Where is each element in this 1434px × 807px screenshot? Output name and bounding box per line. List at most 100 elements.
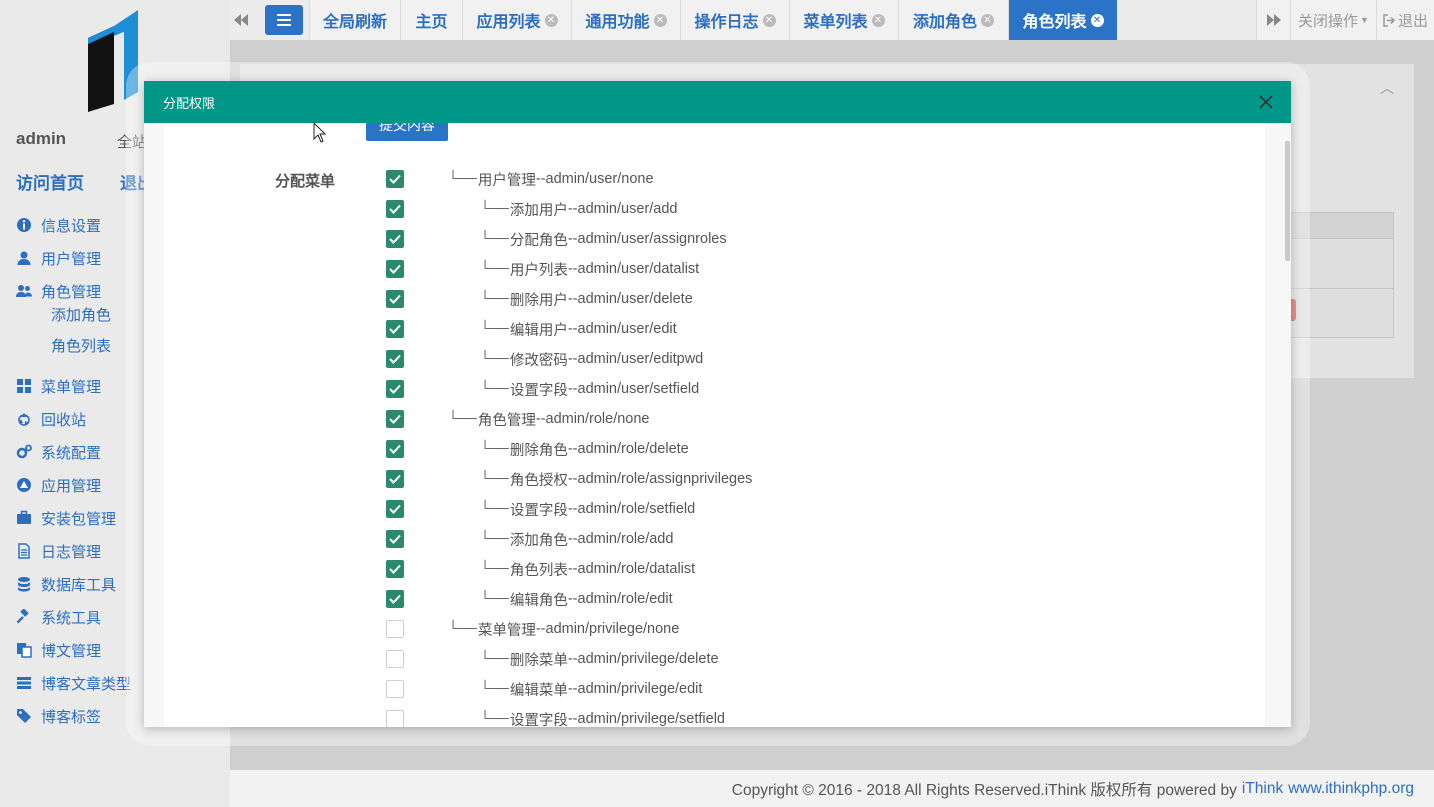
submit-button[interactable]: 提交内容 bbox=[366, 123, 448, 141]
tab-3[interactable]: 应用列表 ✕ bbox=[462, 0, 571, 40]
tab-label: 添加角色 bbox=[912, 14, 977, 31]
privilege-checkbox[interactable] bbox=[386, 260, 404, 278]
sidebar-item-10[interactable]: 数据库工具 bbox=[16, 573, 116, 595]
privilege-checkbox[interactable] bbox=[386, 650, 404, 668]
tree-branch-icon: └── bbox=[480, 441, 509, 457]
sidebar-item-7[interactable]: 应用管理 bbox=[16, 474, 101, 496]
tab-close-icon[interactable]: ✕ bbox=[1090, 13, 1104, 27]
privilege-separator: -- bbox=[567, 561, 578, 577]
sidebar-item-label: 回收站 bbox=[41, 411, 87, 429]
footer-site-link[interactable]: www.ithinkphp.org bbox=[1288, 780, 1414, 798]
privilege-checkbox[interactable] bbox=[386, 290, 404, 308]
privilege-checkbox[interactable] bbox=[386, 410, 404, 428]
privilege-row: └── 菜单管理 -- admin/privilege/none bbox=[386, 619, 679, 639]
tree-branch-icon: └── bbox=[480, 531, 509, 547]
privilege-checkbox[interactable] bbox=[386, 230, 404, 248]
top-logout-label: 退出 bbox=[1397, 12, 1428, 30]
tabs-next-icon[interactable] bbox=[1256, 0, 1290, 40]
privilege-path: admin/role/add bbox=[577, 531, 674, 547]
user-name: admin bbox=[16, 129, 67, 148]
sidebar-item-5[interactable]: 回收站 bbox=[16, 408, 86, 430]
tab-close-icon[interactable]: ✕ bbox=[544, 13, 558, 27]
tab-7[interactable]: 添加角色 ✕ bbox=[898, 0, 1008, 40]
recycle-icon bbox=[16, 411, 32, 427]
privilege-checkbox[interactable] bbox=[386, 440, 404, 458]
tab-5[interactable]: 操作日志 ✕ bbox=[680, 0, 789, 40]
privilege-checkbox[interactable] bbox=[386, 530, 404, 548]
sidebar-item-4[interactable]: 菜单管理 bbox=[16, 375, 101, 397]
mouse-cursor-icon bbox=[313, 122, 327, 143]
cogs-icon bbox=[16, 444, 32, 460]
privilege-path: admin/user/datalist bbox=[577, 261, 700, 277]
tab-4[interactable]: 通用功能 ✕ bbox=[571, 0, 680, 40]
check-icon bbox=[389, 354, 401, 364]
privilege-checkbox[interactable] bbox=[386, 680, 404, 698]
copy-icon bbox=[16, 642, 32, 658]
tab-6[interactable]: 菜单列表 ✕ bbox=[789, 0, 898, 40]
tab-1[interactable]: 全局刷新 bbox=[309, 0, 400, 40]
tags-icon bbox=[16, 708, 32, 724]
top-logout-button[interactable]: 退出 bbox=[1376, 0, 1434, 40]
privilege-checkbox[interactable] bbox=[386, 380, 404, 398]
sidebar-item-6[interactable]: 系统配置 bbox=[16, 441, 101, 463]
caret-down-icon: ▼ bbox=[1360, 15, 1369, 25]
hamburger-icon bbox=[277, 14, 291, 26]
privilege-name: 删除用户 bbox=[509, 292, 568, 309]
modal-scrollbar[interactable] bbox=[1285, 141, 1290, 261]
sidebar-item-1[interactable]: 信息设置 bbox=[16, 214, 101, 236]
close-operations-dropdown[interactable]: 关闭操作 ▼ bbox=[1290, 0, 1376, 40]
tab-8[interactable]: 角色列表 ✕ bbox=[1008, 0, 1117, 40]
tab-label: 菜单列表 bbox=[803, 14, 868, 31]
privilege-name: 设置字段 bbox=[509, 502, 568, 519]
tree-branch-icon: └── bbox=[448, 621, 477, 637]
tab-close-icon[interactable]: ✕ bbox=[762, 13, 776, 27]
privilege-checkbox[interactable] bbox=[386, 350, 404, 368]
privilege-checkbox[interactable] bbox=[386, 170, 404, 188]
sidebar-item-12[interactable]: 博文管理 bbox=[16, 639, 101, 661]
privilege-row: └── 角色管理 -- admin/role/none bbox=[386, 409, 650, 429]
tab-close-icon[interactable]: ✕ bbox=[871, 13, 885, 27]
sidebar-item-11[interactable]: 系统工具 bbox=[16, 606, 101, 628]
sidebar-item-label: 安装包管理 bbox=[41, 510, 117, 528]
sidebar-item-2[interactable]: 用户管理 bbox=[16, 247, 101, 269]
tree-branch-icon: └── bbox=[480, 561, 509, 577]
sidebar-item-14[interactable]: 博客标签 bbox=[16, 705, 101, 727]
tab-close-icon[interactable]: ✕ bbox=[981, 13, 994, 27]
privilege-checkbox[interactable] bbox=[386, 500, 404, 518]
close-icon[interactable] bbox=[1257, 93, 1275, 111]
check-icon bbox=[389, 384, 401, 394]
tab-close-icon[interactable]: ✕ bbox=[653, 13, 667, 27]
sidebar-subitem-1[interactable]: 添加角色 bbox=[51, 304, 111, 325]
privilege-checkbox[interactable] bbox=[386, 620, 404, 638]
privilege-checkbox[interactable] bbox=[386, 320, 404, 338]
privilege-separator: -- bbox=[567, 291, 578, 307]
menu-toggle-button[interactable] bbox=[265, 5, 303, 35]
chevron-up-icon[interactable]: ︿ bbox=[1380, 78, 1394, 98]
visit-home-link[interactable]: 访问首页 bbox=[16, 169, 84, 194]
modal-body: 提交内容 分配菜单 └── 用户管理 -- admin/user/none └── 添… bbox=[164, 123, 1265, 727]
sidebar-subitem-2[interactable]: 角色列表 bbox=[51, 335, 111, 356]
sidebar-item-3[interactable]: 角色管理 bbox=[16, 280, 101, 302]
privilege-checkbox[interactable] bbox=[386, 590, 404, 608]
check-icon bbox=[389, 234, 401, 244]
privilege-separator: -- bbox=[567, 591, 578, 607]
privilege-checkbox[interactable] bbox=[386, 200, 404, 218]
privilege-row: └── 用户列表 -- admin/user/datalist bbox=[386, 259, 699, 279]
privilege-row: └── 添加角色 -- admin/role/add bbox=[386, 529, 673, 549]
privilege-row: └── 编辑菜单 -- admin/privilege/edit bbox=[386, 679, 702, 699]
privilege-checkbox[interactable] bbox=[386, 470, 404, 488]
tab-2[interactable]: 主页 bbox=[400, 0, 462, 40]
info-circle-icon bbox=[16, 217, 32, 233]
grid-icon bbox=[16, 378, 32, 394]
privilege-row: └── 设置字段 -- admin/user/setfield bbox=[386, 379, 699, 399]
tabs-prev-icon[interactable] bbox=[229, 0, 253, 40]
sidebar-item-9[interactable]: 日志管理 bbox=[16, 540, 101, 562]
privilege-path: admin/user/none bbox=[545, 171, 654, 187]
sidebar-item-13[interactable]: 博客文章类型 bbox=[16, 672, 131, 694]
privilege-name: 编辑角色 bbox=[509, 592, 568, 609]
privilege-checkbox[interactable] bbox=[386, 710, 404, 727]
footer-brand-link[interactable]: iThink bbox=[1242, 780, 1283, 798]
sidebar-item-8[interactable]: 安装包管理 bbox=[16, 507, 116, 529]
privilege-name: 菜单管理 bbox=[477, 622, 536, 639]
privilege-checkbox[interactable] bbox=[386, 560, 404, 578]
